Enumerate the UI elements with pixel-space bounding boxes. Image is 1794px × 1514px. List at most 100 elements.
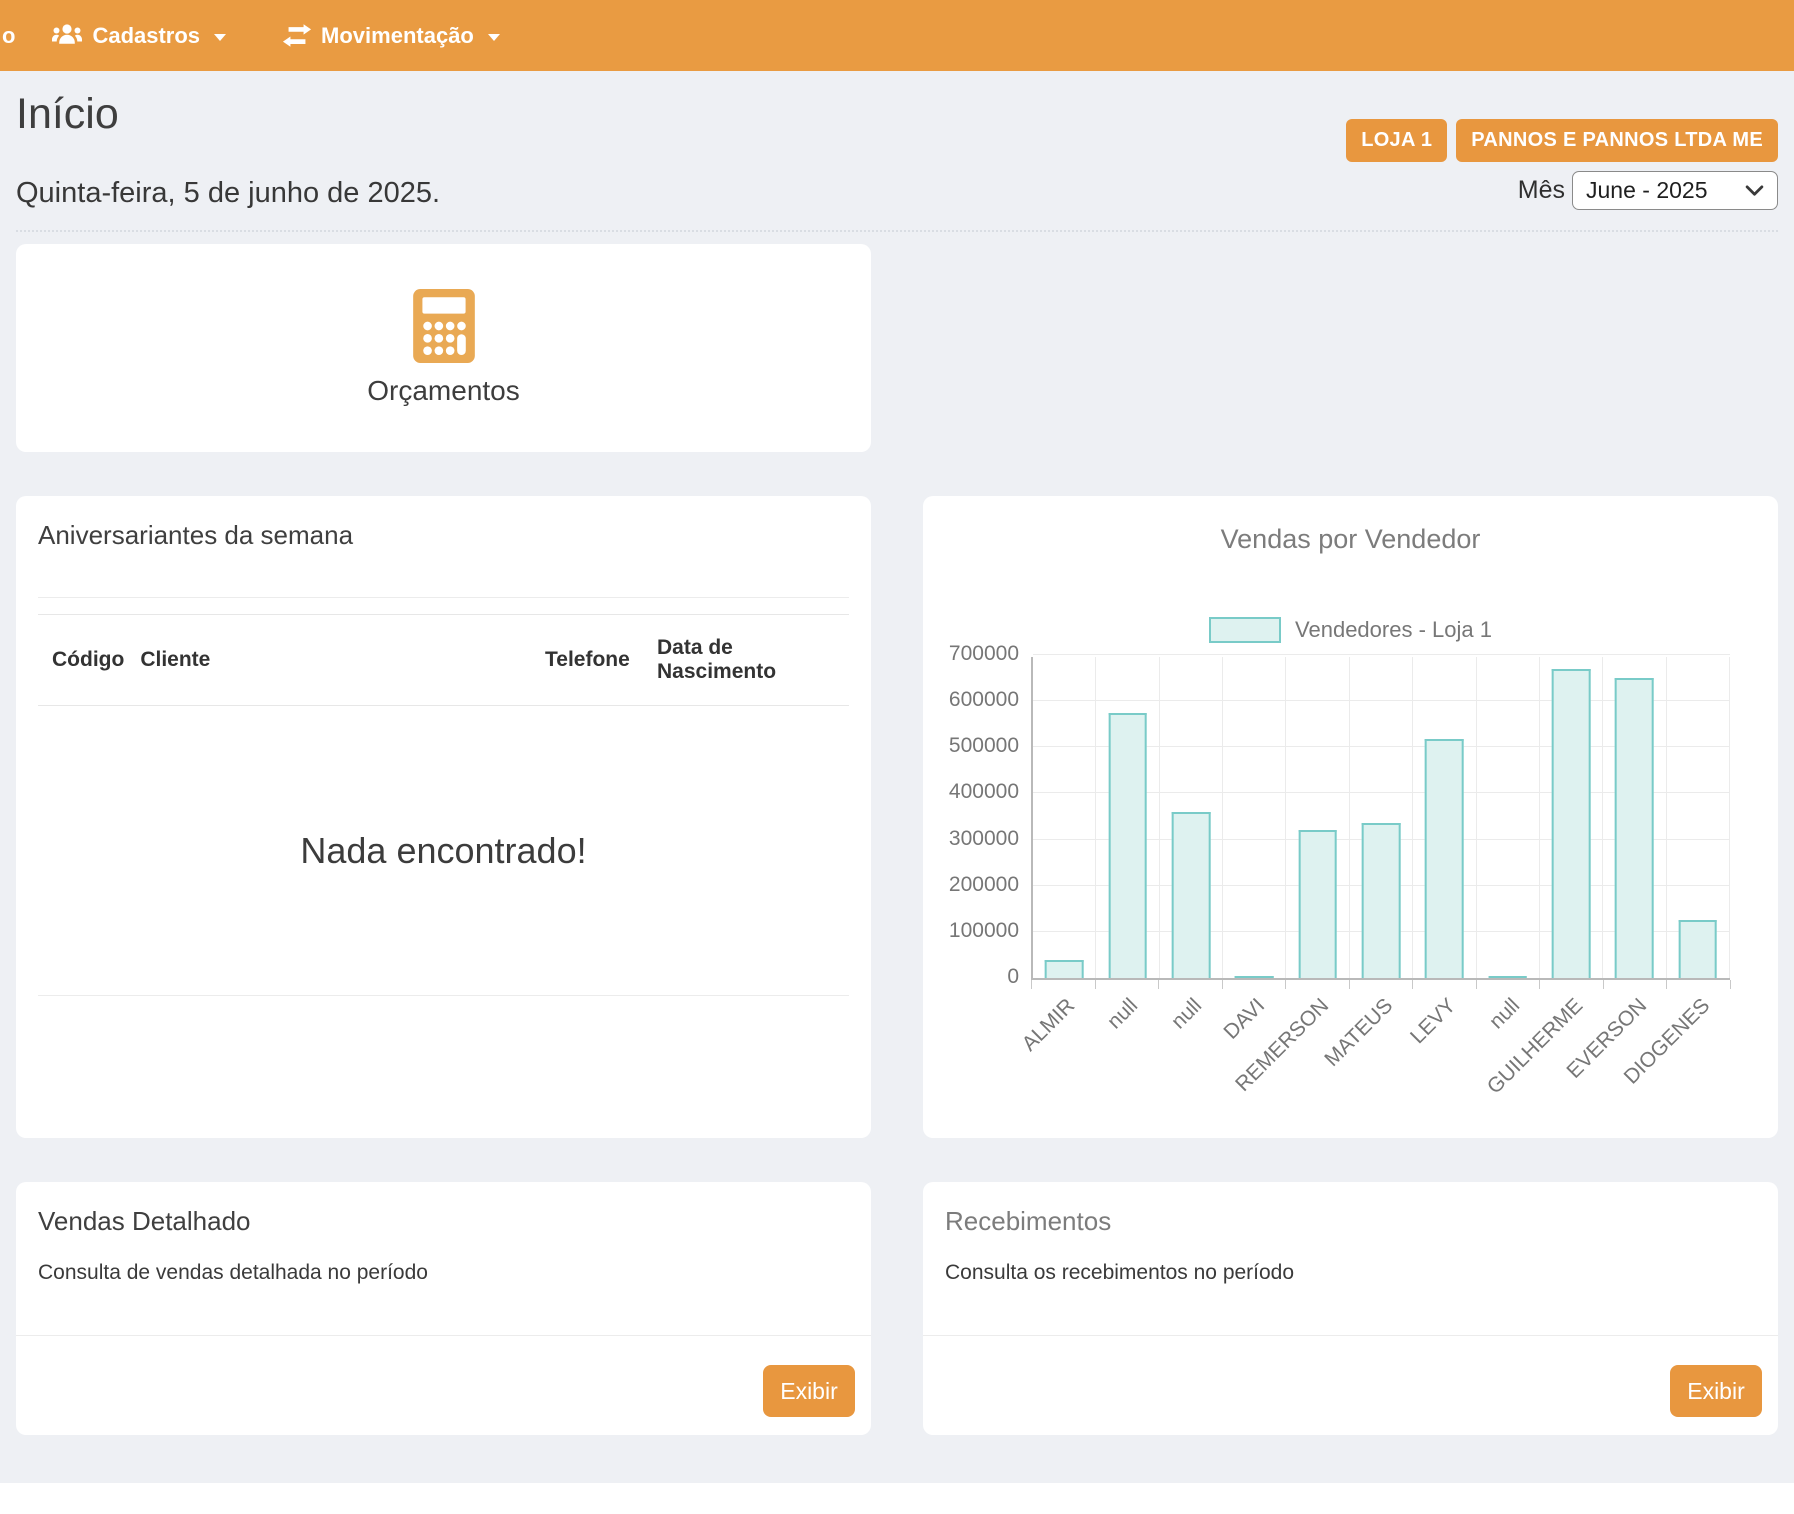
chart-bar xyxy=(1045,960,1084,978)
x-tick-label: DAVI xyxy=(1220,994,1271,1045)
month-select[interactable]: June - 2025 xyxy=(1572,171,1778,210)
x-tick xyxy=(1031,980,1032,989)
x-tick-label: null xyxy=(1484,994,1524,1034)
x-tick-label: null xyxy=(1103,994,1143,1034)
footer-strip xyxy=(0,1483,1794,1514)
chart-bar xyxy=(1678,920,1717,978)
legend-swatch xyxy=(1209,617,1281,643)
current-date-text: Quinta-feira, 5 de junho de 2025. xyxy=(16,177,440,210)
x-tick xyxy=(1285,980,1286,989)
chart-column xyxy=(1413,657,1476,978)
vendas-detalhado-description: Consulta de vendas detalhada no período xyxy=(38,1261,849,1285)
vendas-exibir-button[interactable]: Exibir xyxy=(763,1365,855,1417)
birthdays-table: Código Cliente Telefone Data de Nascimen… xyxy=(38,614,849,996)
x-tick-label: null xyxy=(1167,994,1207,1034)
x-tick xyxy=(1222,980,1223,989)
chart-column xyxy=(1350,657,1413,978)
company-button[interactable]: PANNOS E PANNOS LTDA ME xyxy=(1456,119,1778,162)
store-button[interactable]: LOJA 1 xyxy=(1346,119,1447,162)
sales-chart-card: Vendas por Vendedor Vendedores - Loja 1 … xyxy=(923,496,1778,1138)
chart-bar xyxy=(1488,976,1527,978)
nav-item-partial[interactable]: o xyxy=(2,25,15,47)
month-label: Mês xyxy=(1518,176,1565,205)
chart-column xyxy=(1223,657,1286,978)
y-tick-label: 0 xyxy=(1007,965,1019,989)
y-tick-label: 100000 xyxy=(949,919,1019,943)
x-tick xyxy=(1349,980,1350,989)
chart-title: Vendas por Vendedor xyxy=(945,524,1756,555)
chart-columns xyxy=(1033,657,1730,978)
chart-column xyxy=(1096,657,1159,978)
chart-column xyxy=(1160,657,1223,978)
chart-column xyxy=(1033,657,1096,978)
page-content: Início LOJA 1 PANNOS E PANNOS LTDA ME Qu… xyxy=(0,90,1794,1435)
column-header-cliente: Cliente xyxy=(132,615,537,706)
y-tick-label: 500000 xyxy=(949,734,1019,758)
chart-bar xyxy=(1298,830,1337,978)
y-tick-label: 200000 xyxy=(949,873,1019,897)
card-footer: Exibir xyxy=(16,1335,871,1435)
orcamentos-card[interactable]: Orçamentos xyxy=(16,244,871,452)
recebimentos-card: Recebimentos Consulta os recebimentos no… xyxy=(923,1182,1778,1435)
date-row: Quinta-feira, 5 de junho de 2025. Mês Ju… xyxy=(16,171,1778,232)
h-gridline xyxy=(1033,654,1730,655)
x-tick xyxy=(1603,980,1604,989)
y-tick-label: 300000 xyxy=(949,827,1019,851)
column-header-codigo: Código xyxy=(38,615,132,706)
table-header-row: Código Cliente Telefone Data de Nascimen… xyxy=(38,615,849,706)
chart-bar xyxy=(1615,678,1654,978)
month-select-value: June - 2025 xyxy=(1586,177,1707,204)
vendas-detalhado-title: Vendas Detalhado xyxy=(38,1206,849,1237)
chart-column xyxy=(1603,657,1666,978)
legend-label: Vendedores - Loja 1 xyxy=(1295,617,1492,643)
x-tick xyxy=(1476,980,1477,989)
x-tick xyxy=(1539,980,1540,989)
nav-item-movimentacao[interactable]: Movimentação xyxy=(282,24,500,47)
nav-item-label: Cadastros xyxy=(92,25,200,47)
y-tick-label: 700000 xyxy=(949,642,1019,666)
divider xyxy=(38,597,849,598)
table-row: Nada encontrado! xyxy=(38,706,849,996)
x-tick xyxy=(1666,980,1667,989)
store-buttons: LOJA 1 PANNOS E PANNOS LTDA ME xyxy=(1346,119,1778,162)
nav-item-label: Movimentação xyxy=(321,25,474,47)
chart-legend[interactable]: Vendedores - Loja 1 xyxy=(945,617,1756,643)
vendas-detalhado-card: Vendas Detalhado Consulta de vendas deta… xyxy=(16,1182,871,1435)
chart-bar xyxy=(1172,812,1211,978)
recebimentos-description: Consulta os recebimentos no período xyxy=(945,1261,1756,1285)
column-header-telefone: Telefone xyxy=(537,615,649,706)
exchange-icon xyxy=(282,24,312,47)
x-tick-label: LEVY xyxy=(1406,994,1461,1049)
chevron-down-icon xyxy=(488,34,500,41)
chevron-down-icon xyxy=(1745,185,1764,197)
x-tick xyxy=(1730,980,1731,989)
chart-xlabels: ALMIRnullnullDAVIREMERSONMATEUSLEVYnullG… xyxy=(1031,980,1730,1070)
chart-column xyxy=(1667,657,1730,978)
recebimentos-title: Recebimentos xyxy=(945,1206,1756,1237)
users-icon xyxy=(51,23,83,48)
chart-bar xyxy=(1235,976,1274,978)
x-tick xyxy=(1158,980,1159,989)
nav-item-cadastros[interactable]: Cadastros xyxy=(51,23,226,48)
chart-column xyxy=(1540,657,1603,978)
orcamentos-label: Orçamentos xyxy=(367,375,520,407)
card-footer: Exibir xyxy=(923,1335,1778,1435)
navbar: o Cadastros Movimentação xyxy=(0,0,1794,71)
chart-column xyxy=(1477,657,1540,978)
birthdays-card: Aniversariantes da semana Código Cliente… xyxy=(16,496,871,1138)
birthdays-title: Aniversariantes da semana xyxy=(38,520,849,551)
x-tick-label: MATEUS xyxy=(1320,994,1398,1072)
recebimentos-exibir-button[interactable]: Exibir xyxy=(1670,1365,1762,1417)
column-header-nascimento: Data de Nascimento xyxy=(649,615,849,706)
x-tick xyxy=(1412,980,1413,989)
x-tick-label: ALMIR xyxy=(1017,994,1079,1056)
chart-plot: 0100000200000300000400000500000600000700… xyxy=(1031,657,1730,980)
chart-bar xyxy=(1362,823,1401,978)
chart-bar xyxy=(1108,713,1147,978)
cards-grid: Orçamentos Aniversariantes da semana Cód… xyxy=(16,244,1778,1435)
month-picker: Mês June - 2025 xyxy=(1518,171,1778,210)
calculator-icon xyxy=(413,289,475,363)
chart-bar xyxy=(1425,739,1464,978)
empty-grid-cell xyxy=(923,244,1778,452)
chevron-down-icon xyxy=(214,34,226,41)
